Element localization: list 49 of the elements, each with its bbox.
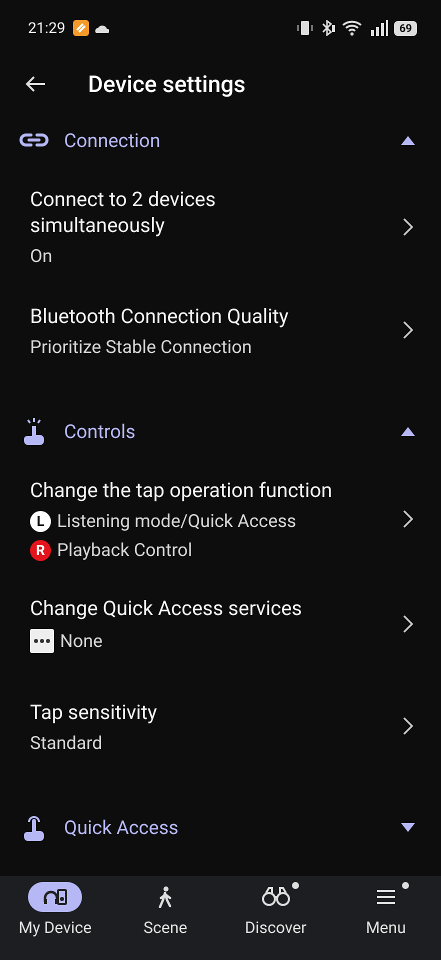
- chevron-icon: [403, 321, 413, 339]
- nav-tab[interactable]: Discover: [220, 882, 331, 960]
- section-header[interactable]: Connection: [0, 112, 441, 168]
- setting-row[interactable]: Change Quick Access services None: [0, 573, 441, 675]
- chevron-icon: [403, 510, 413, 528]
- clock: 21:29: [28, 19, 66, 37]
- section-title: Connection: [64, 128, 162, 152]
- setting-value: Playback Control: [57, 540, 192, 561]
- setting-value: On: [30, 246, 52, 267]
- wifi-icon: [342, 20, 364, 36]
- setting-title: Bluetooth Connection Quality: [30, 302, 290, 328]
- headphones-speaker-icon: [42, 888, 68, 906]
- setting-value: Standard: [30, 732, 102, 754]
- binoculars-icon: [260, 887, 291, 907]
- setting-title: Tap sensitivity: [30, 698, 158, 724]
- nav-tab[interactable]: Menu: [330, 882, 441, 960]
- back-icon[interactable]: [24, 75, 46, 93]
- setting-row[interactable]: Tap sensitivity Standard: [0, 675, 441, 777]
- link-icon: [19, 132, 49, 148]
- side-badge: L: [30, 511, 51, 532]
- walking-person-icon: [157, 886, 174, 908]
- section-title: Quick Access: [64, 816, 180, 838]
- nav-tab[interactable]: My Device: [0, 882, 110, 960]
- vibrate-icon: [296, 20, 314, 36]
- signal-icon: [370, 20, 388, 36]
- section-title: Controls: [64, 420, 136, 442]
- setting-value: Listening mode/Quick Access: [57, 511, 296, 532]
- setting-title: Connect to 2 devices simultaneously: [30, 186, 217, 238]
- chevron-icon: [403, 717, 413, 735]
- chevron-icon: [403, 218, 413, 236]
- setting-row[interactable]: Connect to 2 devices simultaneously On: [0, 174, 441, 279]
- setting-title: Change Quick Access services: [30, 595, 303, 621]
- side-badge: R: [30, 540, 51, 561]
- more-icon: [30, 629, 54, 653]
- section-header[interactable]: Quick Access: [0, 799, 441, 855]
- setting-value: Prioritize Stable Connection: [30, 336, 252, 358]
- menu-icon: [376, 889, 396, 905]
- battery-level: 69: [394, 20, 417, 36]
- bluetooth-icon: [320, 20, 336, 36]
- setting-row[interactable]: Change the tap operation function L Listening mode/Quick Access R Playback Control: [0, 465, 441, 573]
- nav-tab[interactable]: Scene: [110, 882, 220, 960]
- setting-row[interactable]: Bluetooth Connection Quality Prioritize Stable Connection: [0, 279, 441, 381]
- chevron-icon: [403, 615, 413, 633]
- setting-title: Change the tap operation function: [30, 477, 334, 503]
- page-title: Device settings: [88, 70, 246, 98]
- app-notification-icon: [73, 20, 90, 36]
- section-header[interactable]: Controls: [0, 403, 441, 459]
- setting-value: None: [60, 630, 103, 652]
- cloud-icon: [95, 24, 110, 32]
